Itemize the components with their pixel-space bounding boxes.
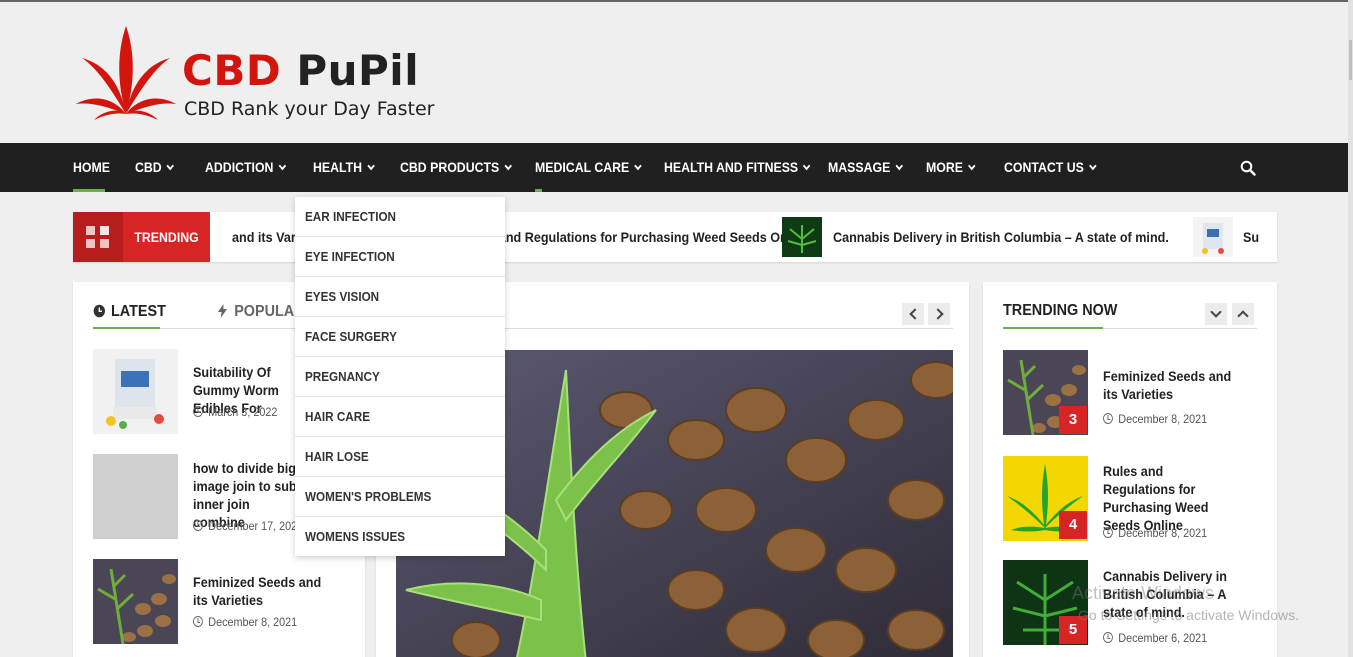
health-dropdown-menu: EAR INFECTION EYE INFECTION EYES VISION … [295,197,505,556]
tab-active-indicator [93,327,160,329]
tab-latest[interactable]: LATEST [93,302,166,321]
lightning-icon [218,304,227,318]
page-scrollbar[interactable] [1348,0,1353,657]
clock-icon [93,304,105,318]
nav-item-home[interactable]: HOME [73,143,110,192]
post-date: December 6, 2021 [1103,631,1207,645]
clock-icon [193,406,203,417]
trending-title-indicator [1003,327,1103,329]
trending-now-title: TRENDING NOW [1003,302,1118,319]
nav-item-contact-us[interactable]: CONTACT US [1004,143,1097,192]
chevron-down-icon [367,161,375,171]
post-date: March 3, 2022 [193,405,277,419]
nav-item-more[interactable]: MORE [926,143,976,192]
chevron-down-icon [166,161,175,171]
dropdown-item-ear-infection[interactable]: EAR INFECTION [295,197,505,237]
activate-windows-subtitle: Go to Settings to activate Windows. [1078,607,1299,623]
ticker-item[interactable]: Su [1243,212,1259,262]
site-logo[interactable]: CBD PuPil CBD Rank your Day Faster [76,24,436,124]
ticker-thumbnail[interactable] [782,217,822,257]
nav-item-medical-care[interactable]: MEDICAL CARE [535,143,642,192]
post-title[interactable]: Rules and Regulations for Purchasing Wee… [1103,462,1238,534]
dropdown-item-hair-lose[interactable]: HAIR LOSE [295,437,505,477]
cannabis-leaf-icon [76,26,176,120]
nav-hover-indicator [535,189,542,192]
clock-icon [193,616,203,627]
trending-down-button[interactable] [1205,303,1227,325]
post-thumbnail[interactable] [93,559,178,644]
chevron-down-icon [634,161,642,171]
site-name: CBD PuPil [182,46,420,95]
nav-item-health-and-fitness[interactable]: HEALTH AND FITNESS [664,143,811,192]
clock-icon [1103,632,1113,643]
nav-item-health[interactable]: HEALTH [313,143,375,192]
clock-icon [1103,527,1113,538]
clock-icon [193,520,203,531]
post-thumbnail[interactable] [93,349,178,434]
dropdown-item-face-surgery[interactable]: FACE SURGERY [295,317,505,357]
grid-icon [73,212,123,262]
trending-up-button[interactable] [1232,303,1254,325]
dropdown-item-pregnancy[interactable]: PREGNANCY [295,357,505,397]
post-date: December 8, 2021 [193,615,297,629]
ticker-item[interactable]: Rules and Regulations for Purchasing Wee… [461,212,809,262]
nav-active-indicator [73,189,105,192]
nav-item-massage[interactable]: MASSAGE [828,143,903,192]
site-tagline: CBD Rank your Day Faster [184,98,435,120]
post-thumbnail-placeholder[interactable] [93,454,178,539]
dropdown-item-eyes-vision[interactable]: EYES VISION [295,277,505,317]
dropdown-item-womens-problems[interactable]: WOMEN'S PROBLEMS [295,477,505,517]
nav-item-addiction[interactable]: ADDICTION [205,143,286,192]
chevron-down-icon [895,161,903,171]
slider-prev-button[interactable] [902,303,924,325]
slider-next-button[interactable] [928,303,950,325]
scrollbar-thumb[interactable] [1349,40,1352,80]
nav-item-cbd[interactable]: CBD [135,143,175,192]
tab-popular[interactable]: POPULAR [218,302,305,321]
chevron-down-icon [803,161,811,171]
main-nav: HOME CBD ADDICTION HEALTH CBD PRODUCTS M… [0,143,1348,192]
search-icon[interactable] [1240,160,1256,176]
chevron-down-icon [968,161,976,171]
trending-label: TRENDING [123,212,210,262]
rank-badge: 3 [1059,406,1087,434]
rank-badge: 4 [1059,511,1087,539]
chevron-down-icon [278,161,286,171]
post-date: December 17, 2021 [193,519,303,533]
chevron-down-icon [1088,161,1097,171]
post-date: December 8, 2021 [1103,412,1207,426]
window-top-border [0,0,1353,2]
clock-icon [1103,413,1113,424]
dropdown-item-womens-issues[interactable]: WOMENS ISSUES [295,517,505,557]
post-title[interactable]: Feminized Seeds and its Varieties [1103,367,1238,403]
ticker-thumbnail[interactable] [1193,217,1233,257]
dropdown-item-eye-infection[interactable]: EYE INFECTION [295,237,505,277]
post-date: December 8, 2021 [1103,526,1207,540]
trending-ticker: TRENDING and its Varieties Rules and Reg… [73,212,1277,262]
post-title[interactable]: Feminized Seeds and its Varieties [193,573,328,609]
ticker-item[interactable]: Cannabis Delivery in British Columbia – … [833,212,1169,262]
chevron-down-icon [504,161,512,171]
dropdown-item-hair-care[interactable]: HAIR CARE [295,397,505,437]
nav-item-cbd-products[interactable]: CBD PRODUCTS [400,143,512,192]
activate-windows-title: Activate Windows [1072,583,1215,603]
